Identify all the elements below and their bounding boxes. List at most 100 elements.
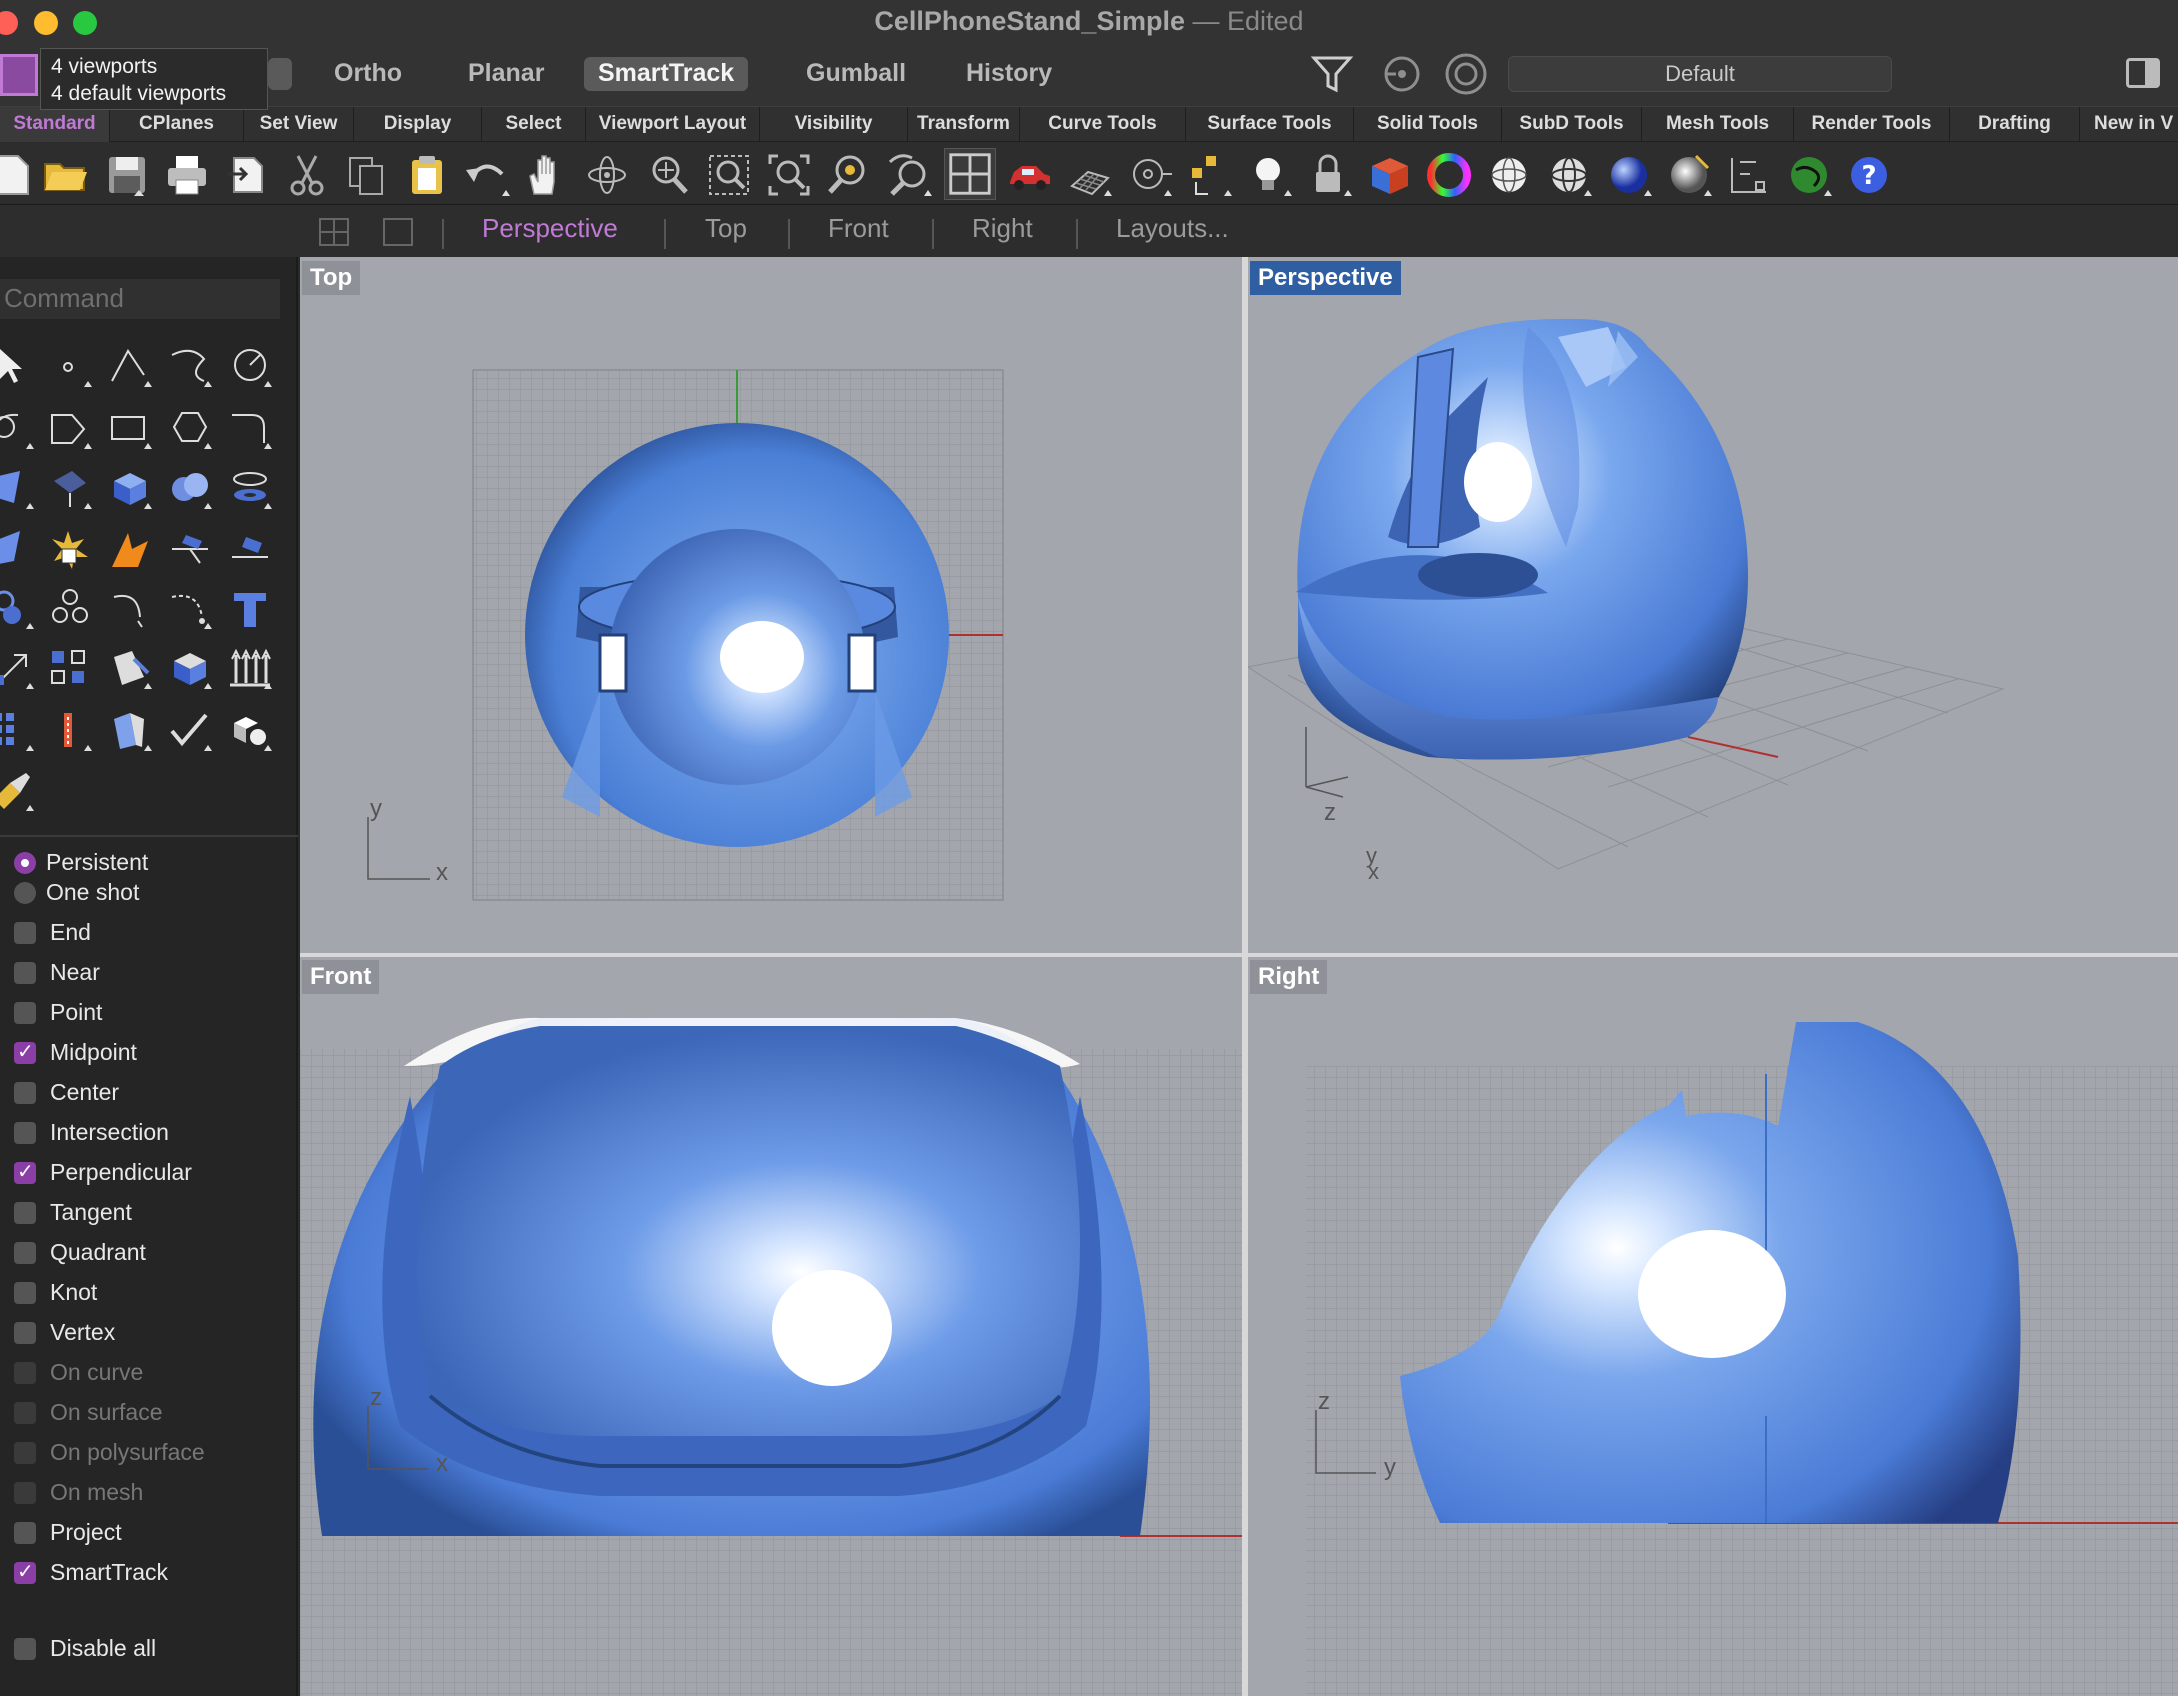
copy-icon[interactable] bbox=[344, 152, 390, 198]
light-bulb-icon[interactable] bbox=[1246, 152, 1292, 198]
box-render-icon[interactable] bbox=[1366, 152, 1412, 198]
extrude-surface-icon[interactable] bbox=[48, 467, 92, 511]
osnap-end[interactable]: End bbox=[14, 917, 91, 947]
rotate-view-icon[interactable] bbox=[584, 152, 630, 198]
split-icon[interactable] bbox=[168, 527, 212, 571]
point-icon[interactable] bbox=[48, 345, 92, 389]
zoom-selected-icon[interactable] bbox=[826, 152, 872, 198]
new-file-icon[interactable] bbox=[0, 152, 36, 198]
mesh-torus-icon[interactable] bbox=[228, 467, 272, 511]
offset-curve-icon[interactable] bbox=[108, 587, 152, 631]
viewport-label-front[interactable]: Front bbox=[302, 960, 380, 994]
circle-icon[interactable] bbox=[228, 345, 272, 389]
osnap-tangent[interactable]: Tangent bbox=[14, 1197, 132, 1227]
box-edit-icon[interactable] bbox=[168, 647, 212, 691]
trim-icon[interactable] bbox=[108, 527, 152, 571]
tab-viewport-layout[interactable]: Viewport Layout bbox=[586, 107, 760, 143]
curve-icon[interactable] bbox=[168, 345, 212, 389]
save-icon[interactable] bbox=[104, 152, 150, 198]
smarttrack-toggle[interactable]: SmartTrack bbox=[584, 57, 749, 91]
plane-surface-icon[interactable] bbox=[0, 527, 34, 571]
single-layout-icon[interactable] bbox=[382, 217, 414, 247]
tab-display[interactable]: Display bbox=[354, 107, 482, 143]
zoom-icon[interactable] bbox=[646, 152, 692, 198]
checkbox[interactable] bbox=[14, 1242, 36, 1264]
tab-drafting[interactable]: Drafting bbox=[1950, 107, 2080, 143]
osnap-point[interactable]: Point bbox=[14, 997, 102, 1027]
tab-visibility[interactable]: Visibility bbox=[760, 107, 908, 143]
tab-cplanes[interactable]: CPlanes bbox=[110, 107, 244, 143]
color-wheel-icon[interactable] bbox=[1426, 152, 1472, 198]
sphere-wire-icon[interactable] bbox=[1486, 152, 1532, 198]
record-history-icon[interactable] bbox=[1444, 52, 1488, 96]
hidden-mode-button[interactable] bbox=[268, 58, 292, 90]
viewport-layout-swatch[interactable] bbox=[0, 54, 38, 96]
radio-indicator[interactable] bbox=[14, 852, 36, 874]
checkbox[interactable] bbox=[14, 1638, 36, 1660]
viewport-splitter-horizontal[interactable] bbox=[300, 953, 2178, 957]
osnap-toggle-icon[interactable] bbox=[1382, 54, 1422, 94]
gumball-toggle[interactable]: Gumball bbox=[792, 57, 920, 91]
text-object-icon[interactable] bbox=[228, 587, 272, 631]
osnap-oneshot-radio[interactable]: One shot bbox=[14, 877, 139, 907]
planar-toggle[interactable]: Planar bbox=[454, 57, 558, 91]
tab-subd-tools[interactable]: SubD Tools bbox=[1502, 107, 1642, 143]
paste-icon[interactable] bbox=[404, 152, 450, 198]
ortho-toggle[interactable]: Ortho bbox=[320, 57, 416, 91]
checkbox[interactable] bbox=[14, 1282, 36, 1304]
ellipse-icon[interactable] bbox=[48, 407, 92, 451]
checkbox[interactable] bbox=[14, 1522, 36, 1544]
checkbox[interactable] bbox=[14, 1082, 36, 1104]
viewport-label-top[interactable]: Top bbox=[302, 261, 361, 295]
tab-render-tools[interactable]: Render Tools bbox=[1794, 107, 1950, 143]
osnap-vertex[interactable]: Vertex bbox=[14, 1317, 115, 1347]
tab-surface-tools[interactable]: Surface Tools bbox=[1186, 107, 1354, 143]
open-folder-icon[interactable] bbox=[42, 152, 88, 198]
checkbox-checked[interactable] bbox=[14, 1037, 36, 1067]
render-objects-icon[interactable] bbox=[228, 709, 272, 753]
points-icon[interactable] bbox=[1186, 152, 1232, 198]
osnap-quadrant[interactable]: Quadrant bbox=[14, 1237, 146, 1267]
sidebar-toggle-icon[interactable] bbox=[2126, 58, 2160, 88]
undo-view-icon[interactable] bbox=[886, 152, 932, 198]
checkbox[interactable] bbox=[14, 1122, 36, 1144]
osnap-perpendicular[interactable]: Perpendicular bbox=[14, 1157, 192, 1187]
grid-layout-icon[interactable] bbox=[318, 217, 350, 247]
zoom-extents-icon[interactable] bbox=[766, 152, 812, 198]
sphere-shaded-icon[interactable] bbox=[1546, 152, 1592, 198]
current-layer-dropdown[interactable]: Default bbox=[1508, 56, 1892, 92]
tab-standard[interactable]: Standard bbox=[0, 107, 110, 143]
select-arrow-icon[interactable] bbox=[0, 345, 38, 389]
osnap-center[interactable]: Center bbox=[14, 1077, 119, 1107]
tab-solid-tools[interactable]: Solid Tools bbox=[1354, 107, 1502, 143]
viewport-front[interactable]: Front z x bbox=[300, 956, 1242, 1696]
checkbox-checked[interactable] bbox=[14, 1157, 36, 1187]
filter-icon[interactable] bbox=[1310, 52, 1354, 96]
osnap-near[interactable]: Near bbox=[14, 957, 100, 987]
tab-mesh-tools[interactable]: Mesh Tools bbox=[1642, 107, 1794, 143]
fillet-curve-icon[interactable] bbox=[228, 407, 272, 451]
vptab-right[interactable]: Right bbox=[972, 213, 1033, 244]
box-solid-icon[interactable] bbox=[108, 467, 152, 511]
viewport-right[interactable]: Right z y bbox=[1248, 956, 2178, 1696]
tab-new-in-v[interactable]: New in V bbox=[2080, 107, 2178, 143]
join-icon[interactable] bbox=[228, 527, 272, 571]
sphere-blue-icon[interactable] bbox=[1606, 152, 1652, 198]
grid-icon[interactable] bbox=[1066, 152, 1112, 198]
ungroup-icon[interactable] bbox=[48, 587, 92, 631]
boolean-union-icon[interactable] bbox=[168, 467, 212, 511]
checkbox[interactable] bbox=[14, 922, 36, 944]
checkbox[interactable] bbox=[14, 1322, 36, 1344]
scale-icon[interactable] bbox=[0, 647, 34, 691]
explode-icon[interactable] bbox=[48, 527, 92, 571]
vptab-front[interactable]: Front bbox=[828, 213, 889, 244]
polygon-icon[interactable] bbox=[168, 407, 212, 451]
osnap-disable-all[interactable]: Disable all bbox=[14, 1633, 156, 1663]
checkbox[interactable] bbox=[14, 962, 36, 984]
dimension-tool-icon[interactable] bbox=[48, 709, 92, 753]
sphere-render-icon[interactable] bbox=[1666, 152, 1712, 198]
checkbox-checked[interactable] bbox=[14, 1557, 36, 1587]
dimension-icon[interactable] bbox=[1726, 152, 1772, 198]
tab-transform[interactable]: Transform bbox=[908, 107, 1020, 143]
polyline-icon[interactable] bbox=[108, 345, 152, 389]
